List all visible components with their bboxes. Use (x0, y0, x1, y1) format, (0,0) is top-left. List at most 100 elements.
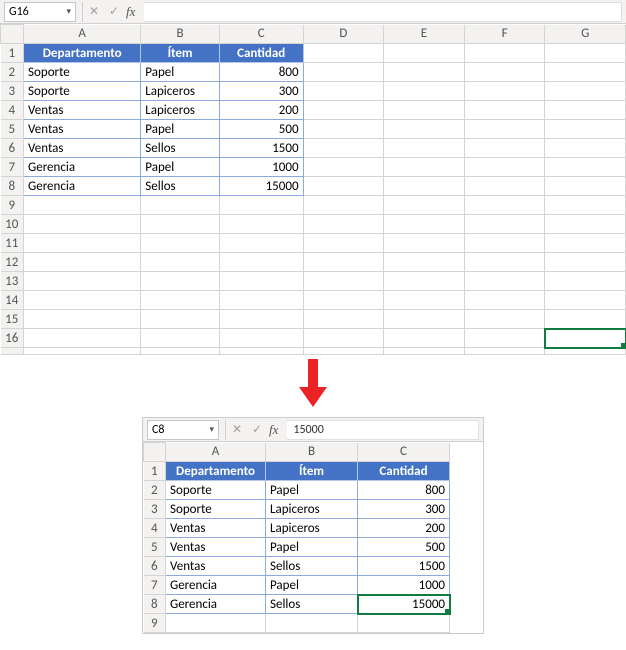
header-cell[interactable]: Departamento (166, 462, 266, 481)
cell[interactable]: Lapiceros (266, 519, 358, 538)
cell[interactable] (545, 215, 626, 234)
cell[interactable] (464, 291, 545, 310)
cell[interactable] (141, 253, 220, 272)
cell[interactable] (303, 120, 384, 139)
cell[interactable]: Soporte (166, 500, 266, 519)
fx-icon[interactable]: fx (269, 422, 278, 438)
row-head[interactable]: 5 (1, 120, 24, 139)
cell[interactable]: Sellos (266, 595, 358, 614)
cell[interactable] (141, 310, 220, 329)
cell[interactable] (545, 310, 626, 329)
row-head[interactable]: 10 (1, 215, 24, 234)
row-head[interactable]: 8 (1, 177, 24, 196)
row-head[interactable]: 5 (144, 538, 166, 557)
cell[interactable] (303, 234, 384, 253)
cell[interactable] (24, 253, 141, 272)
cell[interactable] (464, 139, 545, 158)
cell[interactable] (384, 253, 465, 272)
cell[interactable] (464, 310, 545, 329)
row-head[interactable]: 2 (144, 481, 166, 500)
col-head-C[interactable]: C (358, 443, 450, 462)
row-head[interactable]: 4 (1, 101, 24, 120)
cell[interactable]: Ventas (24, 139, 141, 158)
col-head-B[interactable]: B (141, 25, 220, 44)
cell[interactable] (303, 215, 384, 234)
cell[interactable] (24, 310, 141, 329)
formula-input[interactable] (144, 2, 622, 22)
cell[interactable]: 15000 (219, 177, 303, 196)
cell[interactable]: 200 (219, 101, 303, 120)
col-head-A[interactable]: A (166, 443, 266, 462)
col-head-F[interactable]: F (464, 25, 545, 44)
cell[interactable]: 300 (358, 500, 450, 519)
cell[interactable] (545, 82, 626, 101)
row-head[interactable]: 2 (1, 63, 24, 82)
cell[interactable] (24, 234, 141, 253)
cell[interactable] (24, 329, 141, 348)
cell[interactable] (464, 348, 545, 355)
cell[interactable]: Gerencia (166, 595, 266, 614)
row-head[interactable] (1, 348, 24, 355)
cell[interactable] (24, 215, 141, 234)
row-head[interactable]: 16 (1, 329, 24, 348)
cell[interactable] (464, 234, 545, 253)
cell[interactable] (303, 329, 384, 348)
cell[interactable]: Gerencia (166, 576, 266, 595)
select-all-corner[interactable] (1, 25, 24, 44)
cell[interactable] (464, 196, 545, 215)
cell[interactable] (303, 82, 384, 101)
cell[interactable] (545, 101, 626, 120)
cell[interactable] (545, 177, 626, 196)
cell[interactable] (303, 139, 384, 158)
cell[interactable]: 200 (358, 519, 450, 538)
cell[interactable]: Soporte (24, 63, 141, 82)
cell[interactable] (24, 348, 141, 355)
row-head[interactable]: 15 (1, 310, 24, 329)
col-head-G[interactable]: G (545, 25, 626, 44)
cell[interactable] (464, 44, 545, 63)
cell[interactable]: Papel (266, 538, 358, 557)
col-head-E[interactable]: E (384, 25, 465, 44)
cell[interactable] (141, 329, 220, 348)
formula-input[interactable]: 15000 (287, 420, 479, 440)
cell[interactable] (464, 272, 545, 291)
cell[interactable] (384, 101, 465, 120)
cell[interactable] (545, 63, 626, 82)
bottom-grid[interactable]: A B C 1 Departamento Ítem Cantidad 2Sopo… (143, 442, 450, 633)
cell[interactable] (384, 272, 465, 291)
cell[interactable] (24, 196, 141, 215)
cell[interactable] (141, 234, 220, 253)
cell[interactable] (384, 234, 465, 253)
header-cell[interactable]: Ítem (266, 462, 358, 481)
cell[interactable] (545, 253, 626, 272)
cell[interactable] (464, 63, 545, 82)
cell[interactable] (464, 177, 545, 196)
cell[interactable] (545, 44, 626, 63)
row-head[interactable]: 6 (1, 139, 24, 158)
cell[interactable]: 800 (358, 481, 450, 500)
cell[interactable] (384, 139, 465, 158)
row-head[interactable]: 7 (144, 576, 166, 595)
cell[interactable] (303, 196, 384, 215)
cell[interactable] (384, 44, 465, 63)
cell[interactable] (219, 196, 303, 215)
cell[interactable] (464, 329, 545, 348)
cell[interactable] (545, 291, 626, 310)
cell[interactable] (166, 614, 266, 633)
cell[interactable] (384, 348, 465, 355)
cell[interactable] (464, 253, 545, 272)
cell[interactable]: Papel (141, 63, 220, 82)
selected-cell[interactable]: 15000 (358, 595, 450, 614)
cell[interactable] (464, 82, 545, 101)
cell[interactable]: Sellos (141, 139, 220, 158)
cell[interactable] (219, 253, 303, 272)
cell[interactable]: Ventas (24, 101, 141, 120)
row-head[interactable]: 1 (144, 462, 166, 481)
cell[interactable] (303, 310, 384, 329)
cell[interactable] (384, 63, 465, 82)
row-head[interactable]: 7 (1, 158, 24, 177)
cell[interactable]: Ventas (166, 538, 266, 557)
cell[interactable]: 300 (219, 82, 303, 101)
cell[interactable] (303, 253, 384, 272)
cell[interactable]: Sellos (266, 557, 358, 576)
